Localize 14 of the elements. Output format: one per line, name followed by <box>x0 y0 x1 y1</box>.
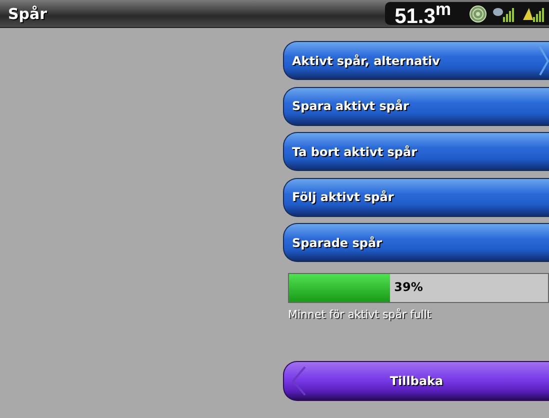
progress-reading: 39% <box>393 280 424 294</box>
back-button[interactable]: Tillbaka <box>283 360 549 400</box>
menu-button[interactable]: Ta bort aktivt spår <box>283 132 549 171</box>
menu-button[interactable]: Spara aktivt spår <box>283 86 549 126</box>
chevron-icon <box>539 46 549 76</box>
menu-button[interactable]: Sparade spår <box>283 223 549 262</box>
signal-icon <box>523 6 547 22</box>
radar-icon <box>469 4 487 22</box>
signal-icon <box>493 6 517 22</box>
memory-caption: Minnet för aktivt spår fullt <box>288 308 432 320</box>
window-title: Spår <box>8 4 48 22</box>
depth-reading: 51.3$^{m}$ <box>394 0 451 28</box>
menu-button[interactable]: Följ aktivt spår <box>283 178 549 216</box>
menu-button[interactable]: Aktivt spår, alternativ <box>283 41 549 80</box>
